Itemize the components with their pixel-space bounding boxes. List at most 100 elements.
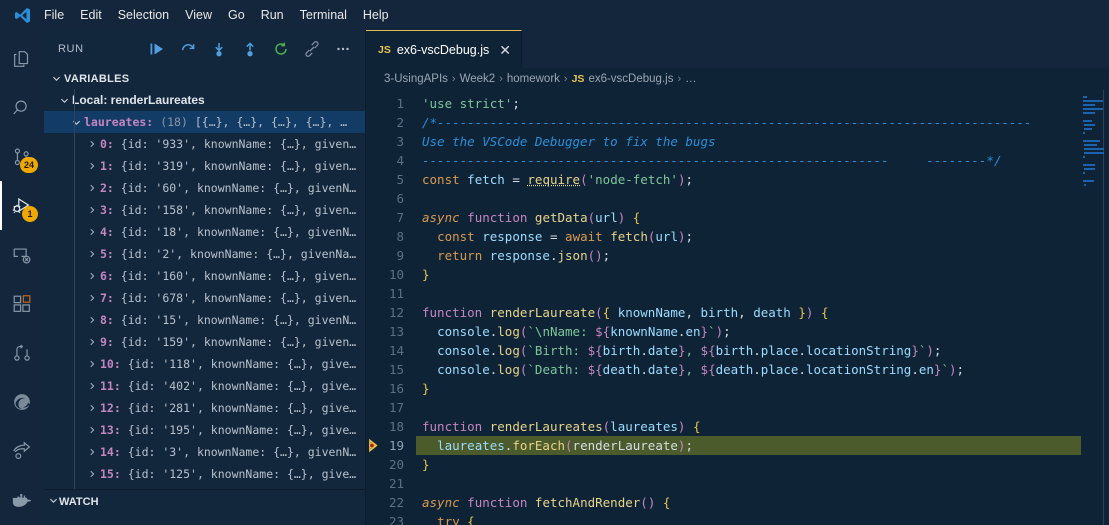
breadcrumb-item-2[interactable]: homework bbox=[507, 73, 560, 85]
variable-row[interactable]: 14: {id: '3', knownName: {…}, givenN… bbox=[44, 441, 365, 463]
debug-continue-button[interactable] bbox=[147, 39, 167, 59]
debug-restart-button[interactable] bbox=[271, 39, 291, 59]
variables-tree[interactable]: Local: renderLaureates laureates: (18) [… bbox=[44, 89, 365, 489]
line-number[interactable]: 13 bbox=[366, 322, 416, 341]
activity-item-extensions[interactable] bbox=[0, 279, 44, 328]
line-number[interactable]: 9 bbox=[366, 246, 416, 265]
code-line[interactable]: console.log(`\nName: ${knownName.en}`); bbox=[416, 322, 1081, 341]
line-number[interactable]: 8 bbox=[366, 227, 416, 246]
code-line[interactable]: Use the VSCode Debugger to fix the bugs bbox=[416, 132, 1081, 151]
chevron-right-icon[interactable] bbox=[84, 447, 100, 457]
activity-item-live-share[interactable] bbox=[0, 427, 44, 476]
line-number[interactable]: 15 bbox=[366, 360, 416, 379]
menu-run[interactable]: Run bbox=[253, 4, 292, 26]
line-number[interactable]: 18 bbox=[366, 417, 416, 436]
line-number[interactable]: 3 bbox=[366, 132, 416, 151]
breadcrumb-tail[interactable]: … bbox=[685, 73, 697, 85]
debug-more-actions-button[interactable] bbox=[333, 39, 353, 59]
menu-view[interactable]: View bbox=[177, 4, 220, 26]
code-line[interactable] bbox=[416, 398, 1081, 417]
code-line[interactable]: function renderLaureates(laureates) { bbox=[416, 417, 1081, 436]
minimap[interactable] bbox=[1081, 90, 1109, 525]
chevron-right-icon[interactable] bbox=[84, 403, 100, 413]
activity-item-docker[interactable] bbox=[0, 476, 44, 525]
chevron-right-icon[interactable] bbox=[84, 359, 100, 369]
debug-step-out-button[interactable] bbox=[240, 39, 260, 59]
variable-row[interactable]: 16: {id: '687', knownName: {…}, give… bbox=[44, 485, 365, 489]
code-line[interactable]: console.log(`Birth: ${birth.date}, ${bir… bbox=[416, 341, 1081, 360]
debug-disconnect-button[interactable] bbox=[302, 39, 322, 59]
chevron-right-icon[interactable] bbox=[84, 425, 100, 435]
variables-section-header[interactable]: VARIABLES bbox=[44, 68, 365, 90]
line-number[interactable]: 20 bbox=[366, 455, 416, 474]
code-line[interactable]: laureates.forEach(renderLaureate); bbox=[416, 436, 1081, 455]
code-line[interactable]: console.log(`Death: ${death.date}, ${dea… bbox=[416, 360, 1081, 379]
variables-scope-local[interactable]: Local: renderLaureates bbox=[44, 89, 365, 111]
variable-row[interactable]: 4: {id: '18', knownName: {…}, givenN… bbox=[44, 221, 365, 243]
menu-file[interactable]: File bbox=[36, 4, 72, 26]
code-content[interactable]: 'use strict';/*-------------------------… bbox=[416, 90, 1081, 525]
line-number[interactable]: 16 bbox=[366, 379, 416, 398]
chevron-right-icon[interactable] bbox=[84, 161, 100, 171]
code-line[interactable] bbox=[416, 284, 1081, 303]
variable-row[interactable]: 5: {id: '2', knownName: {…}, givenNa… bbox=[44, 243, 365, 265]
code-line[interactable]: async function fetchAndRender() { bbox=[416, 493, 1081, 512]
line-number[interactable]: 1 bbox=[366, 94, 416, 113]
variable-row[interactable]: 8: {id: '15', knownName: {…}, givenN… bbox=[44, 309, 365, 331]
line-number[interactable]: 2 bbox=[366, 113, 416, 132]
code-line[interactable]: ----------------------------------------… bbox=[416, 151, 1081, 170]
code-editor[interactable]: 1 2 3 4 5 6 7 8 9 10 11 12 13 14 15 16 17 18 19 20 21 22 23 'u… bbox=[366, 90, 1109, 525]
debug-step-into-button[interactable] bbox=[209, 39, 229, 59]
chevron-right-icon[interactable] bbox=[84, 271, 100, 281]
activity-item-search[interactable] bbox=[0, 83, 44, 132]
chevron-right-icon[interactable] bbox=[84, 139, 100, 149]
code-line[interactable]: return response.json(); bbox=[416, 246, 1081, 265]
line-number[interactable]: 6 bbox=[366, 189, 416, 208]
debug-step-over-button[interactable] bbox=[178, 39, 198, 59]
variable-row[interactable]: 13: {id: '195', knownName: {…}, give… bbox=[44, 419, 365, 441]
line-number-gutter[interactable]: 1 2 3 4 5 6 7 8 9 10 11 12 13 14 15 16 17 18 19 20 21 22 23 bbox=[366, 90, 416, 525]
chevron-right-icon[interactable] bbox=[84, 337, 100, 347]
code-line[interactable]: try { bbox=[416, 512, 1081, 525]
tab-ex6-vscDebug-js[interactable]: JS ex6-vscDebug.js ✕ bbox=[366, 30, 522, 68]
menu-terminal[interactable]: Terminal bbox=[292, 4, 355, 26]
activity-item-run-and-debug[interactable]: 1 bbox=[0, 181, 44, 231]
code-line[interactable]: async function getData(url) { bbox=[416, 208, 1081, 227]
line-number[interactable]: 14 bbox=[366, 341, 416, 360]
activity-item-source-control[interactable]: 24 bbox=[0, 132, 44, 181]
variable-row[interactable]: 10: {id: '118', knownName: {…}, give… bbox=[44, 353, 365, 375]
line-number[interactable]: 21 bbox=[366, 474, 416, 493]
activity-item-explorer[interactable] bbox=[0, 34, 44, 83]
breadcrumb-file[interactable]: ex6-vscDebug.js bbox=[588, 73, 673, 85]
line-number[interactable]: 7 bbox=[366, 208, 416, 227]
chevron-right-icon[interactable] bbox=[84, 227, 100, 237]
variable-row[interactable]: 15: {id: '125', knownName: {…}, give… bbox=[44, 463, 365, 485]
variable-row-laureates[interactable]: laureates: (18) [{…}, {…}, {…}, {…}, … bbox=[44, 111, 365, 134]
activity-item-pull-requests[interactable] bbox=[0, 329, 44, 378]
menu-help[interactable]: Help bbox=[355, 4, 397, 26]
variable-row[interactable]: 11: {id: '402', knownName: {…}, give… bbox=[44, 375, 365, 397]
code-line[interactable]: } bbox=[416, 379, 1081, 398]
menu-go[interactable]: Go bbox=[220, 4, 253, 26]
code-line[interactable]: } bbox=[416, 265, 1081, 284]
watch-section-header[interactable]: WATCH bbox=[44, 489, 365, 513]
activity-item-edge-tools[interactable] bbox=[0, 378, 44, 427]
chevron-right-icon[interactable] bbox=[84, 183, 100, 193]
menu-edit[interactable]: Edit bbox=[72, 4, 110, 26]
line-number[interactable]: 5 bbox=[366, 170, 416, 189]
variable-row[interactable]: 6: {id: '160', knownName: {…}, given… bbox=[44, 265, 365, 287]
variable-row[interactable]: 0: {id: '933', knownName: {…}, given… bbox=[44, 133, 365, 155]
code-line[interactable]: } bbox=[416, 455, 1081, 474]
variable-row[interactable]: 1: {id: '319', knownName: {…}, given… bbox=[44, 155, 365, 177]
code-line[interactable]: const response = await fetch(url); bbox=[416, 227, 1081, 246]
variable-row[interactable]: 7: {id: '678', knownName: {…}, given… bbox=[44, 287, 365, 309]
code-line[interactable]: const fetch = require('node-fetch'); bbox=[416, 170, 1081, 189]
code-line[interactable] bbox=[416, 474, 1081, 493]
chevron-right-icon[interactable] bbox=[84, 249, 100, 259]
code-line[interactable]: /*--------------------------------------… bbox=[416, 113, 1081, 132]
close-icon[interactable]: ✕ bbox=[499, 43, 511, 57]
chevron-right-icon[interactable] bbox=[84, 469, 100, 479]
line-number[interactable]: 4 bbox=[366, 151, 416, 170]
line-number[interactable]: 11 bbox=[366, 284, 416, 303]
code-line[interactable] bbox=[416, 189, 1081, 208]
